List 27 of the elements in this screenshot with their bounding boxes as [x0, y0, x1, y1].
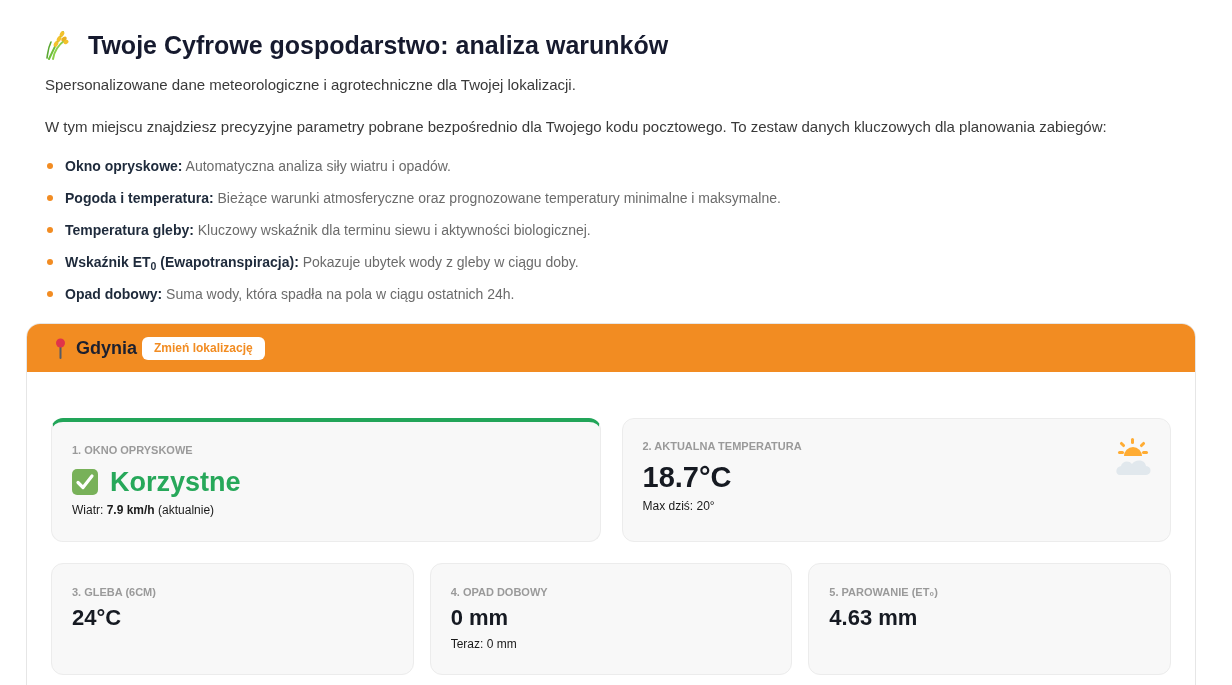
city-name: Gdynia: [76, 336, 137, 360]
card-label: 5. PAROWANIE (ET₀): [829, 585, 939, 600]
card-label: 2. AKTUALNA TEMPERATURA: [642, 439, 802, 454]
card-value: 4.63 mm: [829, 604, 919, 632]
feature-text: Temperatura gleby: Kluczowy wskaźnik dla terminu siewu i aktywności biologicznej.: [65, 221, 591, 240]
card-detail: Teraz: 0 mm: [450, 636, 518, 652]
card-value: 18.7°C: [642, 460, 733, 494]
feature-text: Opad dobowy: Suma wody, która spadła na pola w ciągu ostatnich 24h.: [65, 285, 515, 304]
subtitle: Spersonalizowane dane meteorologiczne i agrotechniczne dla Twojej lokalizacji.: [45, 75, 577, 95]
card-label: 1. OKNO OPRYSKOWE: [72, 443, 194, 458]
status-value: Korzystne: [110, 466, 241, 498]
feature-text: Okno opryskowe: Automatyczna analiza siły wiatru i opadów.: [65, 157, 451, 176]
check-icon: [72, 469, 98, 495]
wheat-icon: [45, 30, 69, 60]
card-detail: Max dziś: 20°: [642, 498, 716, 514]
intro-text: W tym miejscu znajdziesz precyzyjne parametry pobrane bezpośrednio dla Twojego kodu pocztowego. To zestaw danych kluczowych dla planowania zabiegów:: [45, 117, 1108, 137]
card-label: 4. OPAD DOBOWY: [450, 585, 549, 600]
page-title: Twoje Cyfrowe gospodarstwo: analiza warunków: [88, 30, 669, 61]
card-detail: Wiatr: 7.9 km/h (aktualnie): [72, 502, 216, 518]
card-value: 0 mm: [450, 604, 510, 632]
card-value: 24°C: [72, 604, 123, 632]
pin-icon: [55, 337, 66, 359]
card-label: 3. GLEBA (6CM): [72, 585, 157, 600]
sun-cloud-icon: [1115, 438, 1152, 475]
feature-text: Pogoda i temperatura: Bieżące warunki atmosferyczne oraz prognozowane temperatury minimalne i maksymalne.: [65, 189, 781, 208]
change-location-button[interactable]: Zmień lokalizację: [142, 336, 265, 360]
feature-text: Wskaźnik ET$_{0}$ (Ewapotranspiracja): Pokazuje ubytek wody z gleby w ciągu doby.: [65, 253, 579, 272]
